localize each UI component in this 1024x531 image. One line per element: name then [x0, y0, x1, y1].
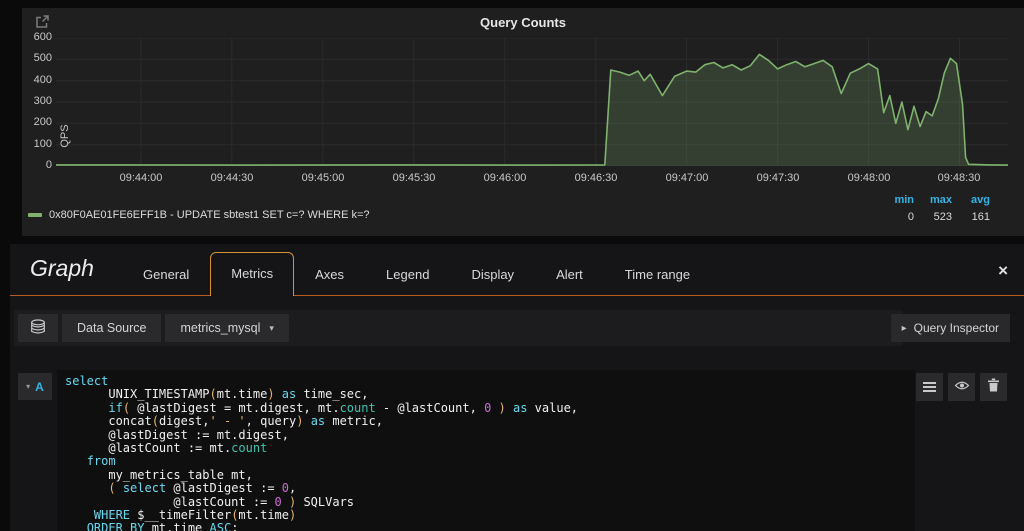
- y-tick-label: 500: [22, 52, 52, 64]
- y-tick-label: 300: [22, 95, 52, 107]
- code-line: @lastDigest := mt.digest,: [65, 429, 915, 442]
- x-tick-label: 09:45:30: [382, 172, 446, 184]
- query-inspector-label: Query Inspector: [914, 321, 999, 335]
- code-line: ORDER BY mt.time ASC;: [65, 522, 915, 531]
- stat-header-avg: avg: [952, 193, 990, 208]
- stat-header-min: min: [876, 193, 914, 208]
- code-line: WHERE $__timeFilter(mt.time): [65, 509, 915, 522]
- stat-header-max: max: [914, 193, 952, 208]
- graph-panel: Query Counts 0100200300400500600 09:44:0…: [22, 8, 1024, 236]
- datasource-strip: Data Source metrics_mysql ▾: [14, 310, 903, 346]
- y-tick-label: 100: [22, 138, 52, 150]
- x-tick-label: 09:44:30: [200, 172, 264, 184]
- sql-query-editor[interactable]: select UNIX_TIMESTAMP(mt.time) as time_s…: [57, 370, 915, 531]
- x-tick-label: 09:46:30: [564, 172, 628, 184]
- datasource-icon-button[interactable]: [18, 314, 58, 342]
- query-inspector-button[interactable]: ▸ Query Inspector: [891, 314, 1010, 342]
- datasource-toolbar: Data Source metrics_mysql ▾ ▸ Query Insp…: [14, 310, 1024, 346]
- datasource-label: Data Source: [62, 314, 161, 342]
- panel-editor: Graph GeneralMetricsAxesLegendDisplayAle…: [10, 244, 1024, 531]
- x-tick-label: 09:46:00: [473, 172, 537, 184]
- x-tick-label: 09:47:00: [655, 172, 719, 184]
- y-tick-label: 400: [22, 74, 52, 86]
- stat-value-min: 0: [876, 210, 914, 225]
- query-row-actions: [916, 373, 1007, 401]
- tab-metrics[interactable]: Metrics: [210, 252, 294, 296]
- code-line: concat(digest,' - ', query) as metric,: [65, 415, 915, 428]
- code-line: if( @lastDigest = mt.digest, mt.count - …: [65, 402, 915, 415]
- panel-title: Query Counts: [22, 15, 1024, 30]
- x-tick-label: 09:48:30: [927, 172, 991, 184]
- chart-plot-area[interactable]: 0100200300400500600 09:44:0009:44:3009:4…: [56, 38, 1008, 166]
- code-line: UNIX_TIMESTAMP(mt.time) as time_sec,: [65, 388, 915, 401]
- datasource-select[interactable]: metrics_mysql ▾: [165, 314, 288, 342]
- chevron-right-icon: ▸: [902, 323, 907, 334]
- x-tick-label: 09:45:00: [291, 172, 355, 184]
- collapse-caret-icon: ▾: [26, 382, 30, 391]
- menu-icon: [923, 382, 936, 384]
- x-tick-label: 09:48:00: [837, 172, 901, 184]
- chart-svg: [56, 38, 1008, 166]
- code-line: @lastCount := mt.count: [65, 442, 915, 455]
- database-icon: [30, 319, 46, 338]
- stat-value-avg: 161: [952, 210, 990, 225]
- code-line: select: [65, 375, 915, 388]
- legend-stats: min max avg 0 523 161: [876, 193, 990, 225]
- query-row: ▾ A select UNIX_TIMESTAMP(mt.time) as ti…: [10, 370, 1024, 531]
- eye-icon: [954, 378, 970, 396]
- x-tick-label: 09:47:30: [746, 172, 810, 184]
- tab-legend[interactable]: Legend: [365, 253, 450, 296]
- datasource-value: metrics_mysql: [180, 321, 260, 335]
- legend-series-label: 0x80F0AE01FE6EFF1B - UPDATE sbtest1 SET …: [49, 209, 370, 221]
- query-ref-toggle[interactable]: ▾ A: [18, 373, 52, 400]
- code-line: my_metrics_table mt,: [65, 469, 915, 482]
- series-color-dash-icon: [28, 213, 42, 217]
- tab-display[interactable]: Display: [450, 253, 535, 296]
- panel-type-title: Graph: [30, 255, 94, 282]
- tab-general[interactable]: General: [122, 253, 210, 296]
- query-menu-button[interactable]: [916, 373, 943, 401]
- delete-query-button[interactable]: [980, 373, 1007, 401]
- query-ref-id: A: [35, 380, 44, 394]
- chevron-down-icon: ▾: [269, 323, 274, 334]
- code-line: @lastCount := 0 ) SQLVars: [65, 496, 915, 509]
- y-axis-title: QPS: [59, 116, 71, 156]
- tab-time-range[interactable]: Time range: [604, 253, 711, 296]
- stat-value-max: 523: [914, 210, 952, 225]
- y-tick-label: 200: [22, 116, 52, 128]
- y-tick-label: 600: [22, 31, 52, 43]
- toggle-visibility-button[interactable]: [948, 373, 975, 401]
- close-icon[interactable]: ×: [998, 262, 1008, 279]
- trash-icon: [987, 378, 1000, 397]
- y-tick-label: 0: [22, 159, 52, 171]
- tab-axes[interactable]: Axes: [294, 253, 365, 296]
- editor-tabs: GeneralMetricsAxesLegendDisplayAlertTime…: [122, 252, 711, 296]
- x-tick-label: 09:44:00: [109, 172, 173, 184]
- tab-alert[interactable]: Alert: [535, 253, 604, 296]
- editor-header: Graph GeneralMetricsAxesLegendDisplayAle…: [10, 244, 1024, 296]
- legend-series-item[interactable]: 0x80F0AE01FE6EFF1B - UPDATE sbtest1 SET …: [28, 209, 370, 221]
- code-line: ( select @lastDigest := 0,: [65, 482, 915, 495]
- code-line: from: [65, 455, 915, 468]
